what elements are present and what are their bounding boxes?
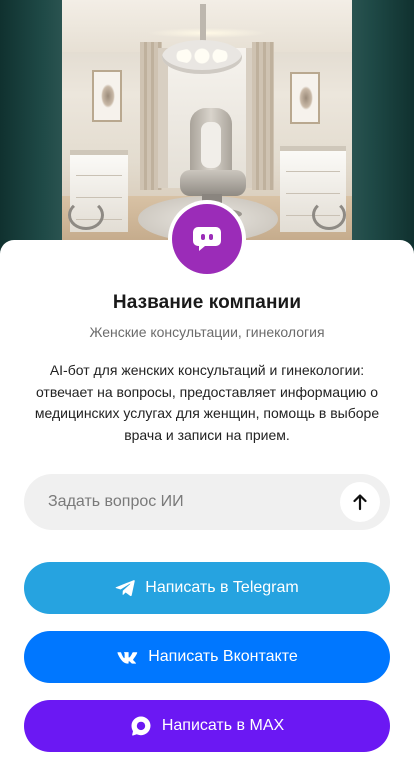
company-category: Женские консультации, гинекология xyxy=(89,324,325,340)
chat-bot-icon xyxy=(193,227,221,251)
write-telegram-label: Написать в Telegram xyxy=(145,579,299,596)
ask-ai-input[interactable] xyxy=(48,493,340,511)
send-button[interactable] xyxy=(340,482,380,522)
ask-ai-field xyxy=(24,474,390,530)
company-description: AI-бот для женских консультаций и гинеко… xyxy=(34,362,380,443)
write-vk-label: Написать Вконтакте xyxy=(148,648,298,665)
write-telegram-button[interactable]: Написать в Telegram xyxy=(24,562,390,614)
write-max-label: Написать в MAX xyxy=(161,717,285,734)
bot-profile-page: Название компании Женские консультации, … xyxy=(0,0,414,770)
vk-icon xyxy=(117,651,138,664)
telegram-icon xyxy=(115,580,136,597)
arrow-up-icon xyxy=(353,494,367,511)
write-max-button[interactable]: Написать в MAX xyxy=(24,700,390,752)
write-vk-button[interactable]: Написать Вконтакте xyxy=(24,631,390,683)
company-avatar xyxy=(168,200,246,278)
company-name: Название компании xyxy=(112,292,302,313)
max-icon xyxy=(131,716,151,736)
